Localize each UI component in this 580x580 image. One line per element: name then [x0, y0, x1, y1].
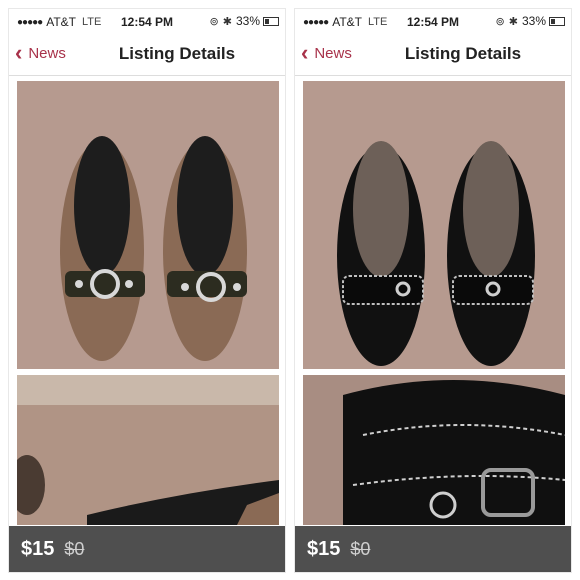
listing-photo-main[interactable]: [17, 81, 279, 369]
battery-icon: [549, 16, 565, 26]
rotation-lock-icon: ⊚: [209, 15, 219, 28]
price-bar: $15 $0: [295, 526, 571, 572]
status-bar: ●●●●● AT&T LTE 12:54 PM ⊚ ✱ 33%: [295, 9, 571, 35]
listing-screen-left: ●●●●● AT&T LTE 12:54 PM ⊚ ✱ 33% ‹ News L…: [8, 8, 286, 573]
battery-icon: [263, 16, 279, 26]
page-title: Listing Details: [404, 44, 522, 63]
listing-photo-secondary[interactable]: [303, 375, 565, 525]
status-right: ⊚ ✱ 33%: [210, 14, 279, 28]
status-right: ⊚ ✱ 33%: [496, 14, 565, 28]
status-bar: ●●●●● AT&T LTE 12:54 PM ⊚ ✱ 33%: [9, 9, 285, 35]
nav-bar: ‹ News Listing Details: [295, 35, 571, 76]
listing-photo-secondary[interactable]: [17, 375, 279, 525]
listing-screen-right: ●●●●● AT&T LTE 12:54 PM ⊚ ✱ 33% ‹ News L…: [294, 8, 572, 573]
rotation-lock-icon: ⊚: [495, 15, 505, 28]
price-bar: $15 $0: [9, 526, 285, 572]
bluetooth-icon: ✱: [508, 15, 518, 28]
price-original: $0: [64, 538, 85, 559]
nav-bar: ‹ News Listing Details: [9, 35, 285, 76]
page-title: Listing Details: [118, 44, 236, 63]
battery-percent: 33%: [235, 14, 260, 28]
price-current: $15: [307, 537, 341, 560]
price-current: $15: [21, 537, 55, 560]
battery-percent: 33%: [521, 14, 546, 28]
bluetooth-icon: ✱: [222, 15, 232, 28]
price-original: $0: [350, 538, 371, 559]
listing-photo-main[interactable]: [303, 81, 565, 369]
